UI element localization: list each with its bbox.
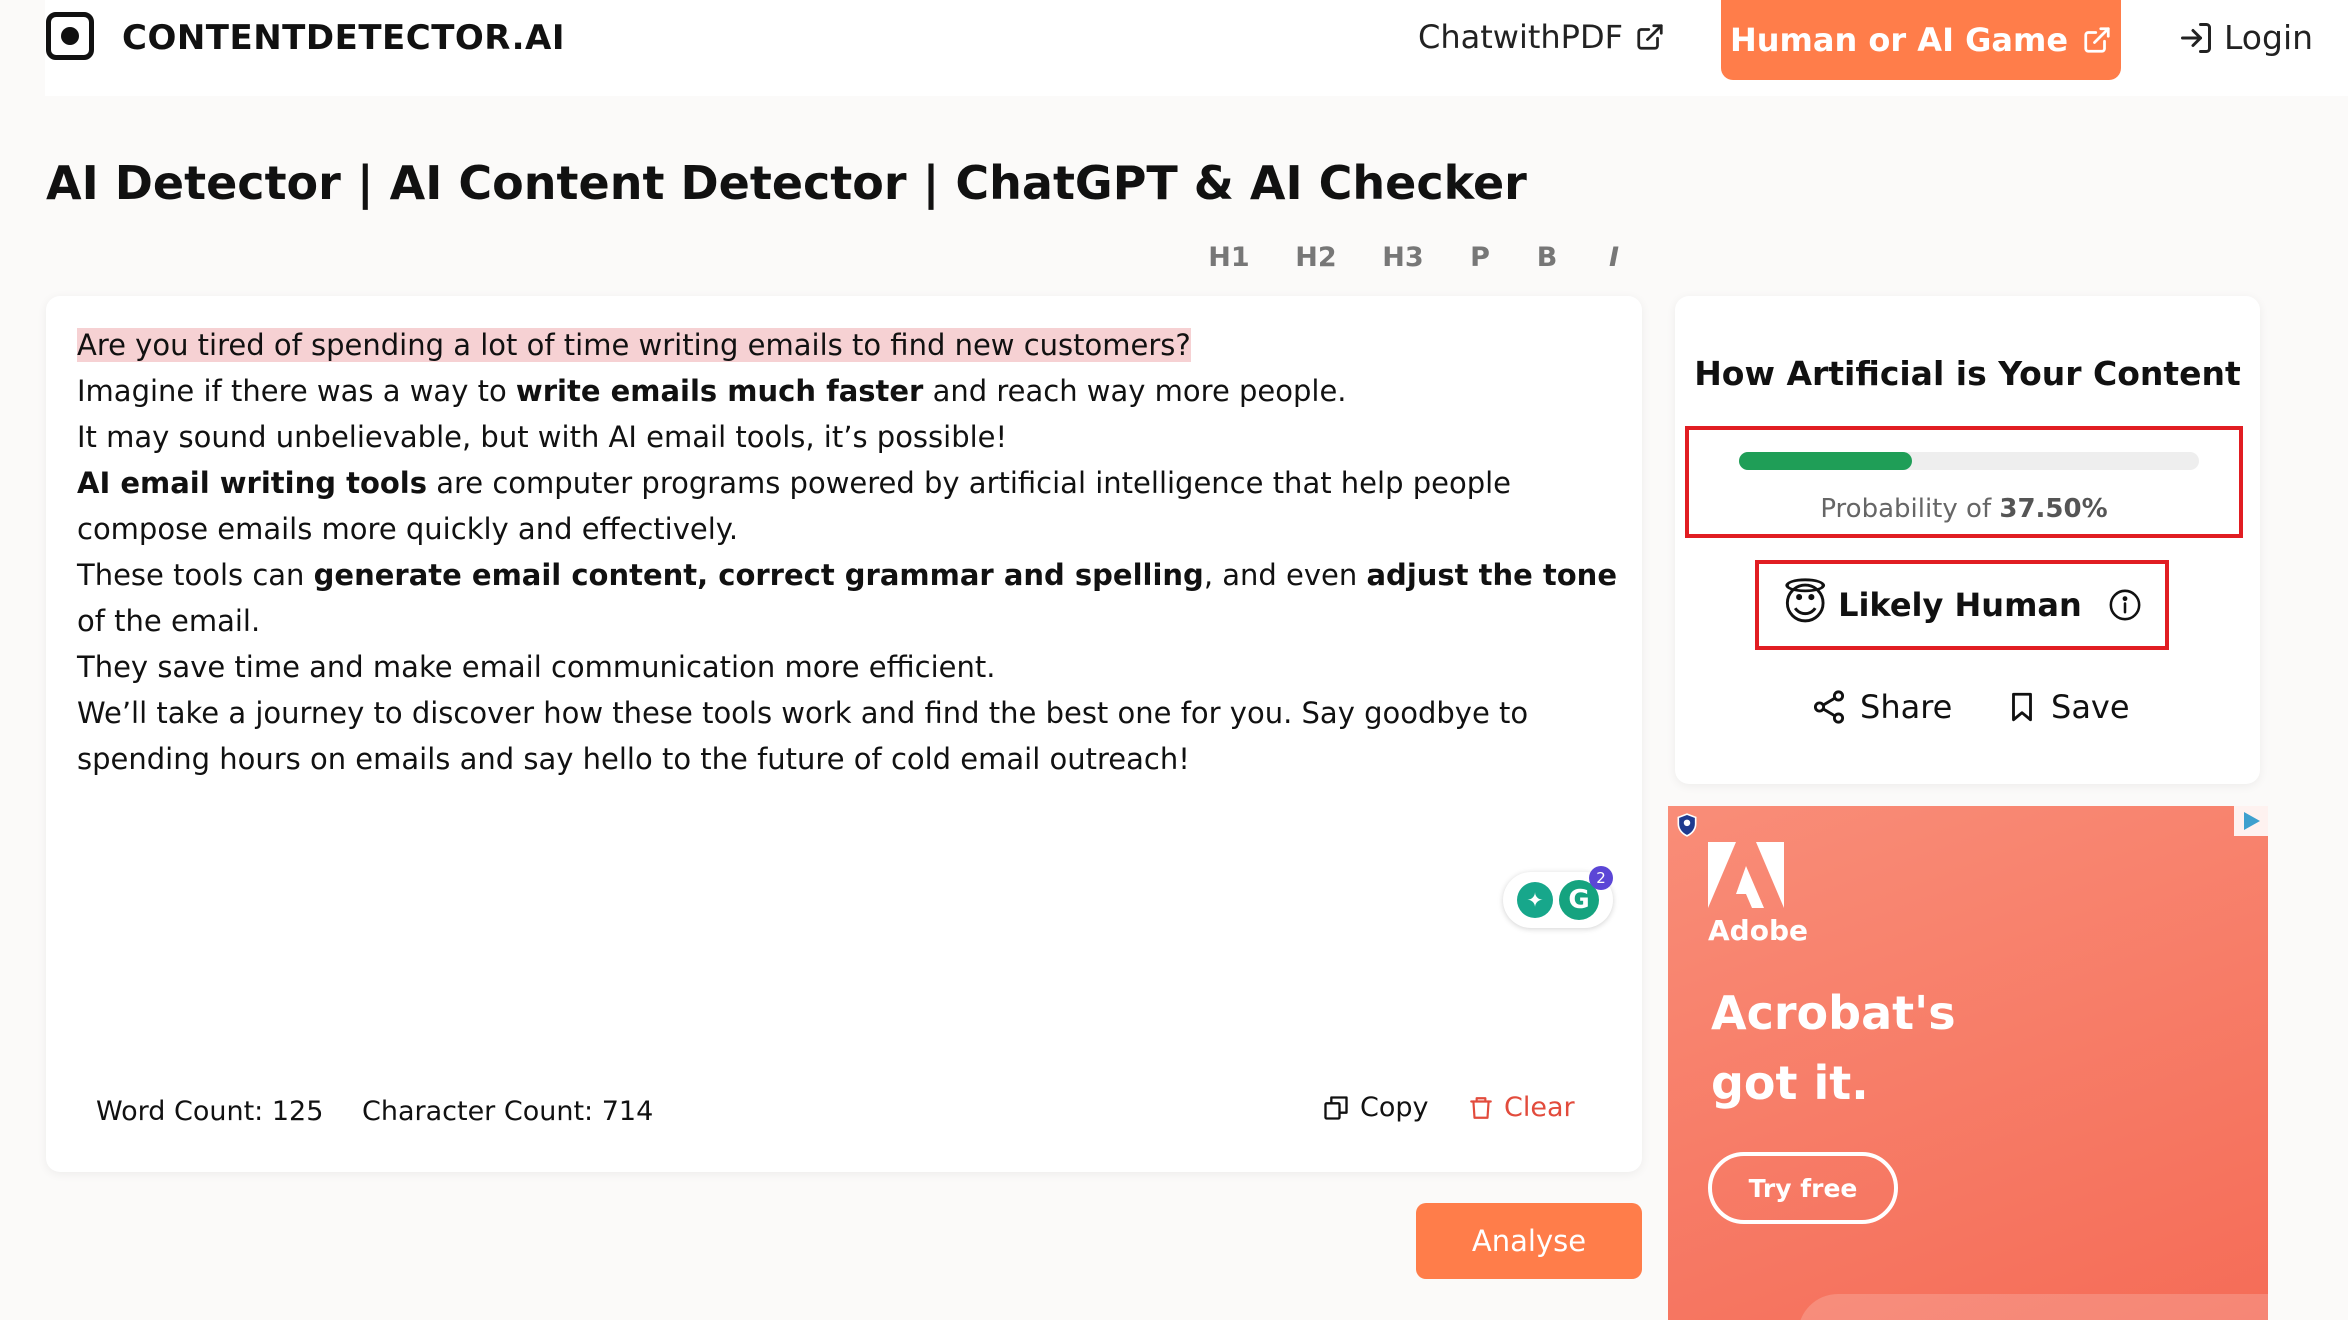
format-bold-button[interactable]: B	[1527, 242, 1567, 273]
nav-chatwithpdf-label: ChatwithPDF	[1418, 18, 1624, 56]
probability-bar-track	[1739, 452, 2199, 470]
editor-paragraph: AI email writing tools are computer prog…	[77, 466, 1512, 546]
share-button[interactable]: Share	[1810, 688, 1952, 726]
word-count: Word Count: 125	[96, 1096, 324, 1127]
grammarly-widget[interactable]: ✦ G 2	[1503, 866, 1613, 928]
ad-choices-icon[interactable]	[2234, 806, 2268, 836]
shield-icon	[1677, 813, 1697, 837]
format-h1-button[interactable]: H1	[1200, 242, 1258, 273]
character-count: Character Count: 714	[361, 1096, 654, 1127]
format-italic-button[interactable]: I	[1594, 242, 1634, 273]
analyse-button[interactable]: Analyse	[1416, 1203, 1642, 1279]
login-icon	[2181, 22, 2211, 53]
adobe-ad-banner[interactable]: Adobe Acrobat's got it. Try free	[1668, 806, 2268, 1320]
probability-bar-fill	[1739, 452, 1912, 470]
trash-icon	[1470, 1096, 1492, 1119]
copy-icon	[1324, 1095, 1348, 1120]
external-link-icon	[1637, 24, 1663, 50]
format-h2-button[interactable]: H2	[1287, 242, 1345, 273]
highlighted-sentence: Are you tired of spending a lot of time …	[77, 328, 1191, 362]
grammarly-suggestion-count-badge: 2	[1589, 866, 1613, 890]
editor-paragraph: They save time and make email communicat…	[77, 650, 996, 684]
logo-dot	[61, 27, 79, 45]
page-title: AI Detector | AI Content Detector | Chat…	[46, 156, 1527, 210]
save-button[interactable]: Save	[2005, 688, 2130, 726]
text-editor-card: Are you tired of spending a lot of time …	[46, 296, 1642, 1172]
external-link-icon	[2084, 27, 2110, 53]
info-icon[interactable]	[2108, 588, 2142, 622]
probability-value: 37.50%	[1999, 494, 2108, 524]
ad-headline: Acrobat's got it.	[1711, 986, 1956, 1110]
share-icon	[1813, 690, 1845, 724]
adobe-logo-icon	[1708, 842, 1784, 908]
ad-brand: Adobe	[1708, 914, 1808, 947]
clear-button[interactable]: Clear	[1468, 1092, 1575, 1123]
editor-paragraph: These tools can generate email content, …	[77, 558, 1617, 638]
verdict-label: Likely Human	[1838, 586, 2082, 624]
nav-login-label: Login	[2224, 18, 2314, 57]
format-h3-button[interactable]: H3	[1374, 242, 1432, 273]
result-card: How Artificial is Your Content Probabili…	[1675, 296, 2260, 784]
copy-label: Copy	[1360, 1092, 1429, 1123]
play-triangle-icon	[2244, 812, 2260, 830]
editor-paragraph: We’ll take a journey to discover how the…	[77, 696, 1529, 776]
probability-box: Probability of 37.50%	[1685, 426, 2243, 538]
editor-stats: Word Count: 125 Character Count: 714	[96, 1096, 683, 1127]
share-label: Share	[1860, 688, 1953, 726]
probability-text: Probability of 37.50%	[1820, 494, 2108, 524]
nav-human-or-ai-game-button[interactable]: Human or AI Game	[1721, 0, 2121, 80]
logo-icon[interactable]	[46, 12, 94, 60]
top-navbar: CONTENTDETECTOR.AI ChatwithPDF Human or …	[45, 0, 2348, 96]
bookmark-icon	[2012, 692, 2032, 722]
editor-paragraph: Are you tired of spending a lot of time …	[77, 322, 1617, 368]
editor-paragraph: Imagine if there was a way to write emai…	[77, 374, 1347, 408]
clear-label: Clear	[1504, 1092, 1575, 1123]
format-paragraph-button[interactable]: P	[1460, 242, 1500, 273]
save-label: Save	[2051, 688, 2130, 726]
lightbulb-icon[interactable]: ✦	[1517, 882, 1553, 918]
nav-game-label: Human or AI Game	[1729, 21, 2069, 59]
format-toolbar: H1 H2 H3 P B I	[1200, 242, 1634, 273]
nav-chatwithpdf-link[interactable]: ChatwithPDF	[1418, 18, 1665, 56]
nav-login-button[interactable]: Login	[2178, 18, 2313, 57]
halo-smile-emoji-icon: 😇	[1782, 579, 1829, 630]
verdict-box: 😇 Likely Human	[1755, 560, 2169, 650]
result-title: How Artificial is Your Content	[1694, 354, 2241, 393]
copy-button[interactable]: Copy	[1322, 1092, 1429, 1123]
editor-paragraph: It may sound unbelievable, but with AI e…	[77, 420, 1008, 454]
ad-decoration	[1798, 1294, 2268, 1320]
text-editor[interactable]: Are you tired of spending a lot of time …	[77, 322, 1617, 782]
ad-try-free-button[interactable]: Try free	[1708, 1152, 1898, 1224]
logo-text[interactable]: CONTENTDETECTOR.AI	[122, 18, 565, 58]
